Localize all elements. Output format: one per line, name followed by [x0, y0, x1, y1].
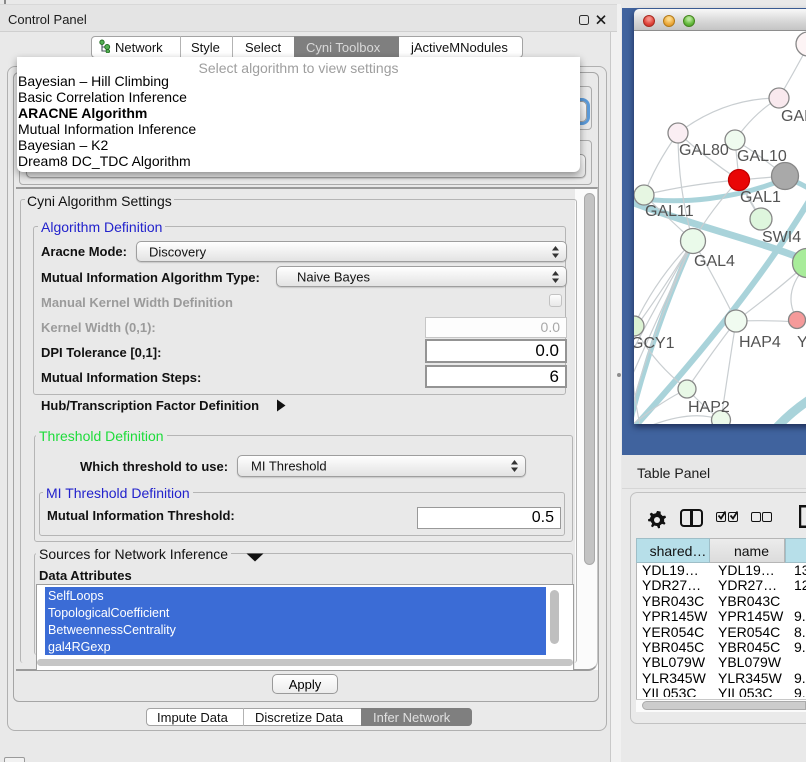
- svg-text:GAL1: GAL1: [740, 189, 781, 206]
- svg-text:GAL7: GAL7: [781, 108, 806, 125]
- svg-text:Y: Y: [797, 334, 806, 351]
- svg-text:GAL80: GAL80: [679, 142, 729, 159]
- svg-text:HAP2: HAP2: [688, 399, 730, 416]
- svg-text:SWI4: SWI4: [762, 229, 801, 246]
- svg-text:HAP4: HAP4: [739, 334, 781, 351]
- svg-text:GAL10: GAL10: [737, 148, 787, 165]
- svg-text:GCY1: GCY1: [634, 335, 675, 352]
- svg-text:GAL11: GAL11: [645, 203, 694, 220]
- svg-text:GAL4: GAL4: [694, 253, 735, 270]
